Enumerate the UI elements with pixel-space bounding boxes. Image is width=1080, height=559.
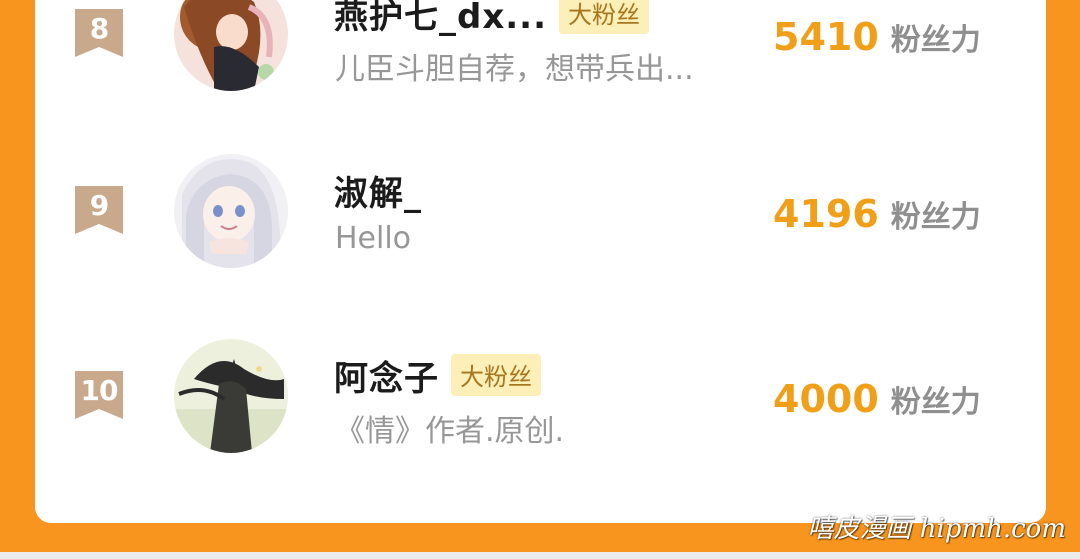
name-line: 淑解_ — [334, 170, 422, 214]
rank-ribbon-icon: 10 — [73, 369, 125, 421]
fan-leaderboard-screen: 8 燕护七_dx... 大粉丝 儿臣斗胆自荐，想带兵出... 5410 粉丝力 — [0, 0, 1080, 559]
score-unit-label: 粉丝力 — [890, 23, 981, 58]
leaderboard-row-rank-8[interactable]: 8 燕护七_dx... 大粉丝 儿臣斗胆自荐，想带兵出... 5410 粉丝力 — [35, 0, 1046, 99]
score-unit-label: 粉丝力 — [890, 385, 981, 420]
avatar[interactable] — [174, 0, 288, 91]
user-bio: 《情》作者.原创. — [335, 414, 565, 449]
rank-ribbon-icon: 9 — [73, 184, 125, 236]
name-line: 燕护七_dx... 大粉丝 — [334, 0, 650, 37]
fan-power-score: 4196 粉丝力 — [773, 192, 981, 236]
score-value: 4196 — [773, 192, 879, 236]
bottom-divider — [0, 552, 1080, 559]
score-value: 5410 — [773, 15, 879, 59]
rank-number: 9 — [89, 189, 109, 222]
avatar[interactable] — [174, 154, 288, 268]
rank-number: 10 — [80, 374, 119, 407]
avatar-illustration — [174, 0, 288, 91]
site-watermark: 嘻皮漫画 hipmh.com — [807, 514, 1066, 544]
rank-number: 8 — [89, 12, 109, 45]
user-name[interactable]: 淑解_ — [334, 166, 422, 215]
name-line: 阿念子 大粉丝 — [334, 354, 541, 399]
user-name[interactable]: 阿念子 — [334, 351, 439, 400]
leaderboard-row-rank-10[interactable]: 10 阿念子 大粉丝 《情》作者.原创. 4000 粉丝力 — [35, 331, 1046, 461]
user-name[interactable]: 燕护七_dx... — [334, 0, 547, 38]
fan-level-badge: 大粉丝 — [559, 0, 650, 34]
rank-ribbon-icon: 8 — [73, 7, 125, 59]
fan-power-score: 5410 粉丝力 — [773, 15, 981, 59]
user-bio: 儿臣斗胆自荐，想带兵出... — [335, 52, 694, 87]
fan-power-score: 4000 粉丝力 — [773, 377, 981, 421]
avatar-illustration — [174, 339, 288, 453]
leaderboard-row-rank-9[interactable]: 9 淑解_ Hello 4196 粉丝力 — [35, 146, 1046, 276]
avatar[interactable] — [174, 339, 288, 453]
avatar-illustration — [174, 154, 288, 268]
fan-level-badge: 大粉丝 — [451, 354, 541, 396]
score-unit-label: 粉丝力 — [890, 200, 981, 235]
score-value: 4000 — [773, 377, 879, 421]
user-bio: Hello — [335, 221, 412, 256]
